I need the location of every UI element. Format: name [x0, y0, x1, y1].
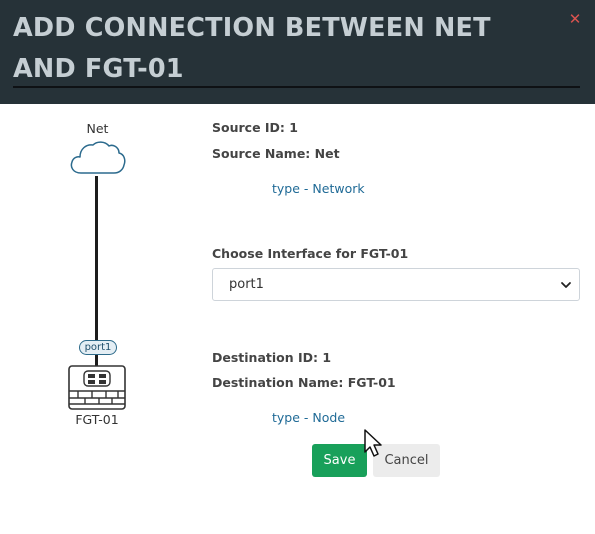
destination-type-prefix: type — [272, 410, 300, 425]
dialog-header: ADD CONNECTION BETWEEN NET AND FGT-01 ✕ — [0, 0, 595, 104]
destination-id: Destination ID: 1 — [212, 350, 332, 365]
destination-type-separator: - — [299, 410, 313, 425]
title-divider — [13, 86, 580, 88]
source-type-separator: - — [299, 181, 313, 196]
source-type-value: Network — [312, 181, 365, 196]
interface-label: Choose Interface for FGT-01 — [212, 246, 409, 261]
cloud-icon[interactable] — [69, 139, 126, 176]
mouse-cursor-icon — [364, 429, 382, 457]
port-badge: port1 — [79, 340, 117, 355]
destination-type: type - Node — [272, 410, 345, 425]
interface-select[interactable]: port1 — [212, 268, 580, 301]
destination-type-value: Node — [312, 410, 346, 425]
interface-select-value: port1 — [229, 277, 264, 292]
dialog-title: ADD CONNECTION BETWEEN NET AND FGT-01 — [13, 13, 491, 84]
source-node-label: Net — [86, 121, 109, 136]
destination-node-label: FGT-01 — [75, 412, 119, 427]
connection-diagram: Net port1 FGT-01 — [0, 104, 195, 534]
source-type-prefix: type — [272, 181, 300, 196]
source-type: type - Network — [272, 181, 365, 196]
source-name: Source Name: Net — [212, 146, 340, 161]
chevron-down-icon — [561, 282, 571, 288]
close-icon[interactable]: ✕ — [567, 11, 583, 27]
destination-name: Destination Name: FGT-01 — [212, 375, 396, 390]
save-button[interactable]: Save — [312, 444, 367, 477]
firewall-icon[interactable] — [68, 365, 126, 410]
source-id: Source ID: 1 — [212, 120, 298, 135]
